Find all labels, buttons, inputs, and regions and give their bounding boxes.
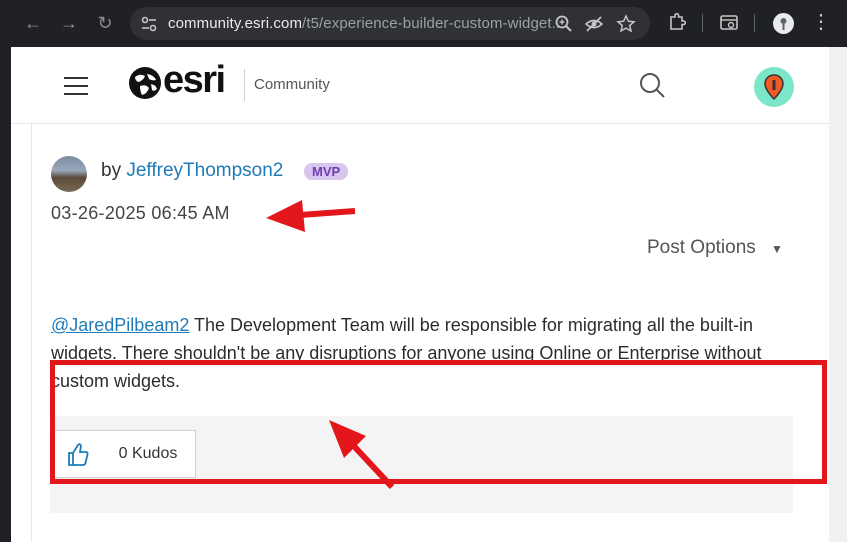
annotation-arrows (266, 200, 395, 490)
annotation-arrow-date (266, 200, 356, 232)
annotation-arrow-body (329, 420, 395, 490)
